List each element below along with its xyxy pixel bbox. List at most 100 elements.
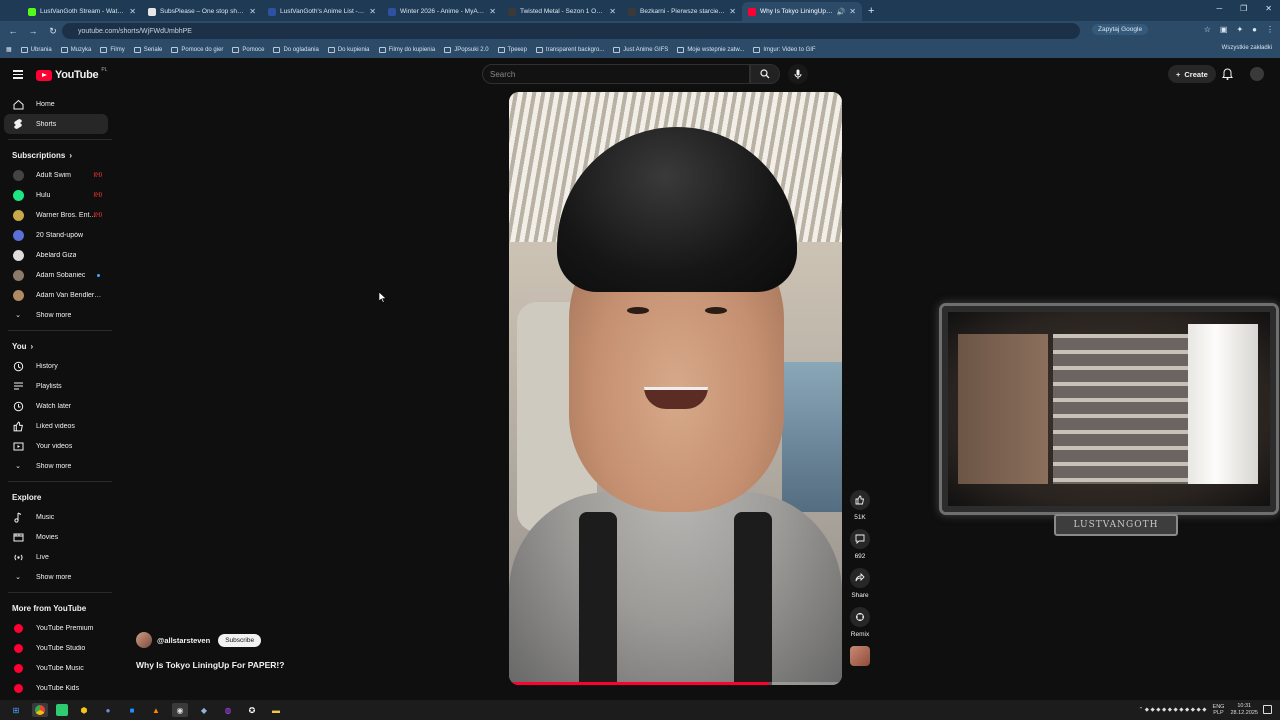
profile-icon[interactable]: ● bbox=[1252, 25, 1257, 34]
bookmark-item[interactable]: Seriale bbox=[133, 46, 162, 53]
sidebar-item-adam-sobaniec[interactable]: Adam Sobaniec bbox=[4, 265, 108, 285]
bookmark-item[interactable]: JPopsuki 2.0 bbox=[444, 46, 489, 53]
remix-button[interactable]: Remix bbox=[843, 607, 877, 638]
sidebar-item-youtube-premium[interactable]: YouTube Premium bbox=[4, 618, 108, 638]
file-explorer-taskbar-icon[interactable]: ▬ bbox=[268, 703, 284, 717]
sidebar-item-movies[interactable]: Movies bbox=[4, 527, 108, 547]
extension-icon[interactable]: ▣ bbox=[1220, 25, 1228, 34]
account-avatar[interactable] bbox=[1250, 67, 1264, 81]
sidebar-item-playlists[interactable]: Playlists bbox=[4, 376, 108, 396]
url-field[interactable]: youtube.com/shorts/WjFWdUmbhPE bbox=[62, 23, 1080, 39]
close-tab-icon[interactable]: ✕ bbox=[609, 7, 616, 16]
bookmark-item[interactable]: Imgur: Video to GIF bbox=[753, 46, 816, 53]
share-button[interactable]: Share bbox=[843, 568, 877, 599]
video-progress-bar[interactable] bbox=[509, 682, 842, 685]
new-tab-button[interactable]: + bbox=[868, 5, 874, 17]
close-tab-icon[interactable]: ✕ bbox=[489, 7, 496, 16]
minimize-button[interactable]: ─ bbox=[1216, 4, 1222, 13]
youtube-logo[interactable]: YouTube PL bbox=[36, 67, 107, 81]
chrome-taskbar-icon[interactable] bbox=[32, 703, 48, 717]
language-indicator[interactable]: ENG PLP bbox=[1213, 704, 1225, 716]
comments-button[interactable]: 692 bbox=[843, 529, 877, 560]
bookmark-item[interactable]: Moje wstepnie zatw... bbox=[677, 46, 744, 53]
restore-button[interactable]: ❐ bbox=[1240, 4, 1247, 13]
notification-icon[interactable] bbox=[1263, 705, 1272, 714]
app-taskbar-icon[interactable]: ■ bbox=[124, 703, 140, 717]
sidebar-item-warner-bros-ent[interactable]: ((•)) Warner Bros. Ent... bbox=[4, 205, 108, 225]
close-tab-icon[interactable]: ✕ bbox=[849, 7, 856, 16]
close-tab-icon[interactable]: ✕ bbox=[129, 7, 136, 16]
sidebar-item-watch-later[interactable]: Watch later bbox=[4, 396, 108, 416]
app-taskbar-icon[interactable]: ⬢ bbox=[76, 703, 92, 717]
bookmark-item[interactable]: Filmy do kupienia bbox=[378, 46, 435, 53]
short-title[interactable]: Why Is Tokyo LiningUp For PAPER!? bbox=[136, 660, 496, 670]
channel-thumbnail[interactable] bbox=[843, 646, 877, 666]
vlc-taskbar-icon[interactable]: ▲ bbox=[148, 703, 164, 717]
app-taskbar-icon[interactable] bbox=[56, 704, 68, 716]
ask-google-button[interactable]: Zapytaj Google bbox=[1092, 24, 1149, 35]
tray-icons[interactable]: ⌃ ◆ ◆ ◆ ◆ ◆ ◆ ◆ ◆ ◆ ◆ ◆ bbox=[1139, 707, 1207, 713]
you-show-more[interactable]: ⌄ Show more bbox=[4, 456, 108, 476]
sidebar-item-abelard-giza[interactable]: Abelard Giza bbox=[4, 245, 108, 265]
bookmark-item[interactable]: Just Anime GIFS bbox=[613, 46, 668, 53]
sidebar-item-youtube-studio[interactable]: YouTube Studio bbox=[4, 638, 108, 658]
browser-tab[interactable]: Twisted Metal - Sezon 1 Odcin ✕ bbox=[502, 2, 622, 21]
sidebar-item-your-videos[interactable]: Your videos bbox=[4, 436, 108, 456]
bookmark-item[interactable]: Pomoce do gier bbox=[171, 46, 223, 53]
sidebar-item-youtube-music[interactable]: YouTube Music bbox=[4, 658, 108, 678]
explore-show-more[interactable]: ⌄ Show more bbox=[4, 567, 108, 587]
clock[interactable]: 10:31 28.12.2025 bbox=[1230, 703, 1258, 717]
all-bookmarks[interactable]: Wszystkie zakładki bbox=[1222, 45, 1272, 51]
bookmark-item[interactable]: transparent backgro... bbox=[535, 46, 604, 53]
create-button[interactable]: + Create bbox=[1168, 65, 1216, 83]
voice-search-button[interactable] bbox=[788, 64, 808, 84]
bookmark-item[interactable]: Filmy bbox=[100, 46, 125, 53]
sidebar-item-hulu[interactable]: ((•)) Hulu bbox=[4, 185, 108, 205]
browser-tab[interactable]: LustVanGoth Stream - Watch Li ✕ bbox=[22, 2, 142, 21]
app-taskbar-icon[interactable]: ◍ bbox=[220, 703, 236, 717]
reload-icon[interactable]: ↻ bbox=[48, 26, 58, 37]
menu-dots-icon[interactable]: ⋮ bbox=[1266, 25, 1274, 34]
browser-tab[interactable]: LustVanGoth's Anime List - My ✕ bbox=[262, 2, 382, 21]
windows-start-icon[interactable]: ⊞ bbox=[8, 703, 24, 717]
sidebar-item-live[interactable]: Live bbox=[4, 547, 108, 567]
notifications-icon[interactable] bbox=[1222, 68, 1233, 80]
search-input[interactable]: Search bbox=[482, 64, 750, 84]
bookmark-item[interactable]: Pomoce bbox=[232, 46, 264, 53]
close-tab-icon[interactable]: ✕ bbox=[729, 7, 736, 16]
close-tab-icon[interactable]: ✕ bbox=[249, 7, 256, 16]
subs-show-more[interactable]: ⌄ Show more bbox=[4, 305, 108, 325]
back-icon[interactable]: ← bbox=[8, 26, 18, 36]
sidebar-item-liked-videos[interactable]: Liked videos bbox=[4, 416, 108, 436]
bookmark-item[interactable]: Do ogladania bbox=[273, 46, 319, 53]
apps-icon[interactable]: ▦ bbox=[6, 46, 12, 53]
short-video-player[interactable] bbox=[509, 92, 842, 685]
discord-taskbar-icon[interactable]: ● bbox=[100, 703, 116, 717]
subscriptions-heading[interactable]: Subscriptions › bbox=[0, 145, 116, 165]
subscribe-button[interactable]: Subscribe bbox=[218, 633, 262, 647]
app-taskbar-icon[interactable]: ✪ bbox=[244, 703, 260, 717]
channel-avatar[interactable] bbox=[136, 632, 152, 648]
browser-tab[interactable]: SubsPlease – One stop shop fo ✕ bbox=[142, 2, 262, 21]
bookmark-item[interactable]: Ubrania bbox=[20, 46, 52, 53]
menu-icon[interactable] bbox=[13, 70, 23, 79]
like-button[interactable]: 51K bbox=[843, 490, 877, 521]
browser-tab[interactable]: Why Is Tokyo LiningUp For 🔊 ✕ bbox=[742, 2, 862, 21]
sidebar-item-20-stand-up-w[interactable]: 20 Stand-upów bbox=[4, 225, 108, 245]
sidebar-item-history[interactable]: History bbox=[4, 356, 108, 376]
search-button[interactable] bbox=[750, 64, 780, 84]
sidebar-item-home[interactable]: Home bbox=[4, 94, 108, 114]
sidebar-item-shorts[interactable]: Shorts bbox=[4, 114, 108, 134]
obs-taskbar-icon[interactable]: ◉ bbox=[172, 703, 188, 717]
sidebar-item-adult-swim[interactable]: ((•)) Adult Swim bbox=[4, 165, 108, 185]
star-icon[interactable]: ☆ bbox=[1204, 25, 1211, 34]
sidebar-item-music[interactable]: Music bbox=[4, 507, 108, 527]
bookmark-item[interactable]: Do kupienia bbox=[327, 46, 370, 53]
you-heading[interactable]: You › bbox=[0, 336, 116, 356]
browser-tab[interactable]: Winter 2026 - Anime - MyAnim ✕ bbox=[382, 2, 502, 21]
forward-icon[interactable]: → bbox=[28, 26, 38, 36]
puzzle-icon[interactable]: ✦ bbox=[1236, 25, 1243, 34]
close-tab-icon[interactable]: ✕ bbox=[369, 7, 376, 16]
browser-tab[interactable]: Bezkarni - Pierwsze starcie / Th ✕ bbox=[622, 2, 742, 21]
sidebar-item-adam-van-bendler[interactable]: Adam Van Bendler ... bbox=[4, 285, 108, 305]
